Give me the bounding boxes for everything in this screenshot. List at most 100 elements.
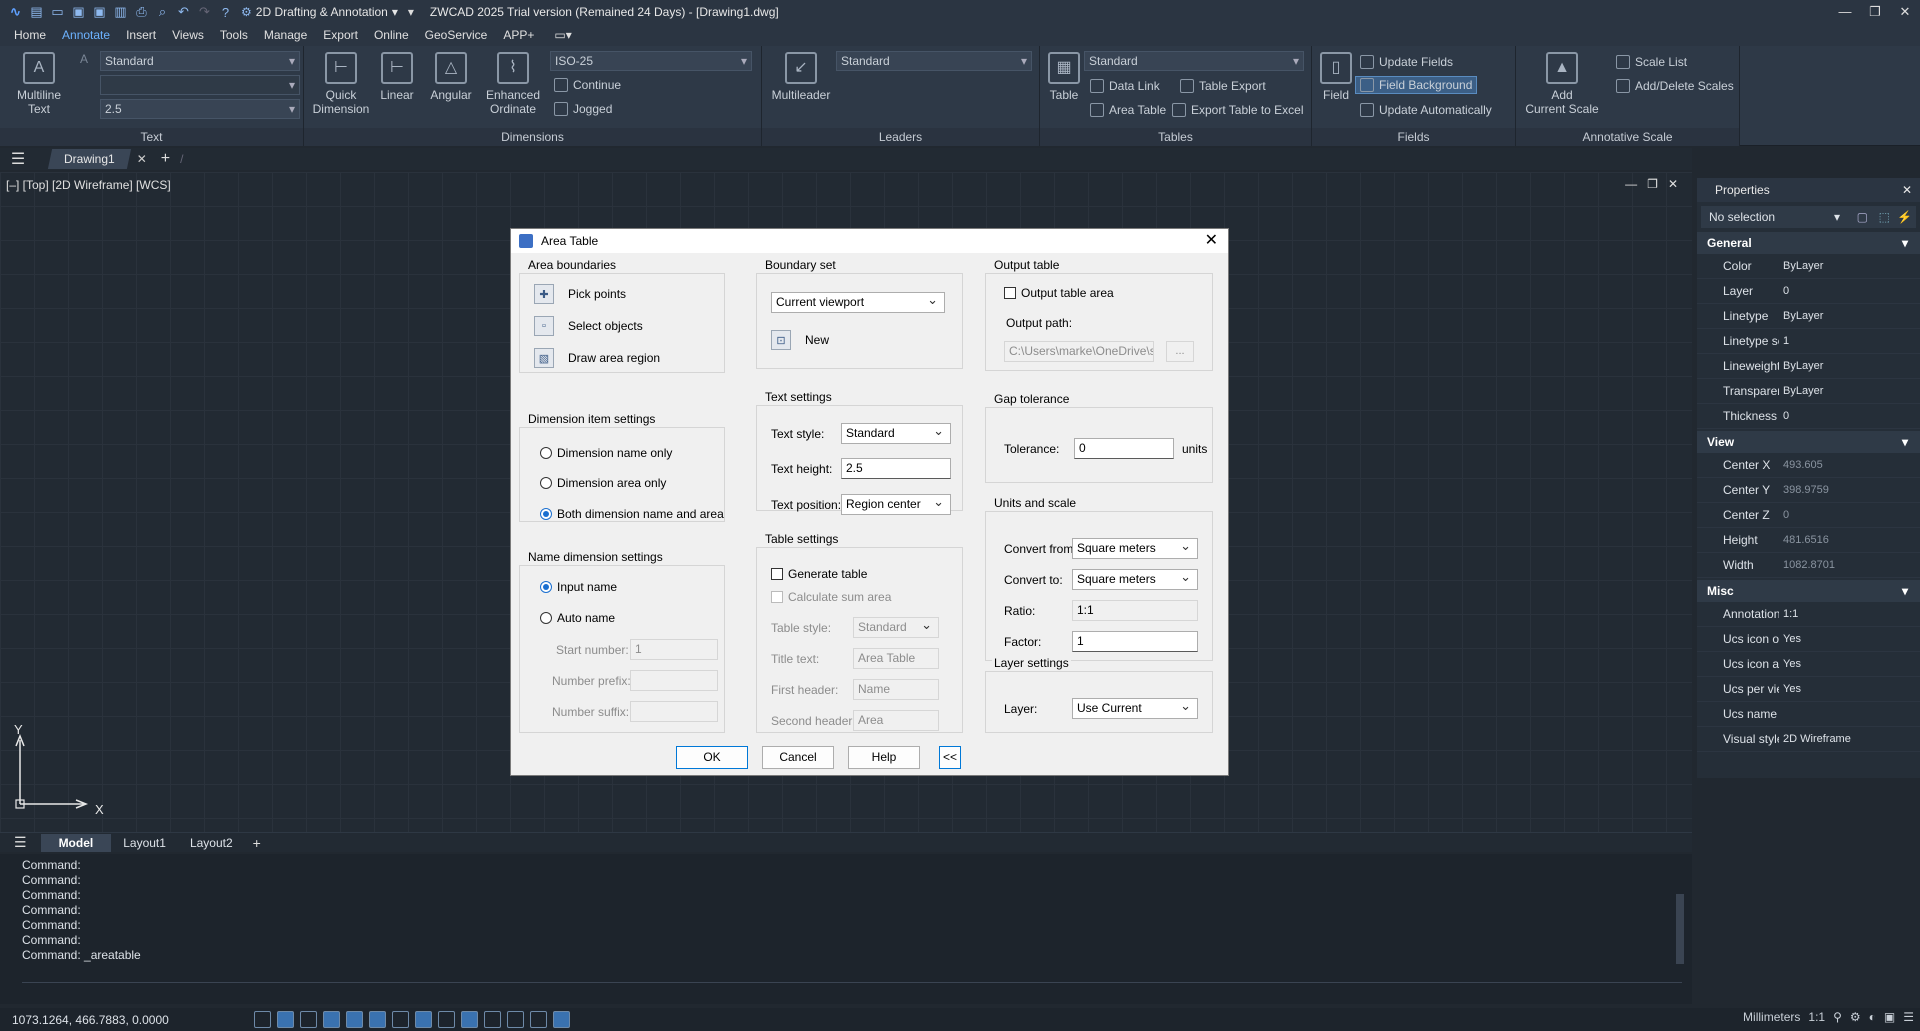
property-row[interactable]: Center Y 398.9759 [1697, 478, 1920, 503]
open-folder-icon[interactable]: ▭ [50, 4, 65, 20]
convert-from-combo[interactable]: Square meters [1072, 536, 1198, 559]
layer-combo[interactable]: Use Current [1072, 696, 1198, 719]
undo-icon[interactable]: ↶ [176, 4, 191, 20]
viewport-label[interactable]: [–] [Top] [2D Wireframe] [WCS] [6, 178, 171, 192]
lineweight-toggle-icon[interactable] [438, 1011, 455, 1028]
annotation-visibility-icon[interactable]: ⚲ [1833, 1010, 1842, 1024]
text-style-combo[interactable]: Standard [100, 51, 300, 71]
field-background-button[interactable]: Field Background [1354, 76, 1478, 94]
start-number-input[interactable]: 1 [630, 639, 718, 660]
add-current-scale-button[interactable]: ▲ Add Current Scale [1524, 52, 1600, 116]
model-space-icon[interactable] [553, 1011, 570, 1028]
section-view[interactable]: View [1697, 431, 1920, 453]
draw-area-region-button[interactable]: ▧ Draw area region [534, 348, 660, 368]
selection-combo[interactable]: No selection ▾ ▢ ⬚ ⚡ [1701, 206, 1916, 228]
new-boundary-set-button[interactable]: ⊡ New [771, 330, 829, 350]
property-value[interactable]: 1:1 [1779, 608, 1920, 620]
property-row[interactable]: Lineweight ByLayer [1697, 354, 1920, 379]
polar-toggle-icon[interactable] [323, 1011, 340, 1028]
property-value[interactable]: 481.6516 [1779, 534, 1920, 546]
ok-button[interactable]: OK [676, 746, 748, 769]
viewport-restore-icon[interactable]: ❐ [1647, 177, 1658, 191]
generate-table-checkbox[interactable]: Generate table [771, 567, 867, 581]
property-value[interactable]: 1 [1779, 335, 1920, 347]
factor-input[interactable]: 1 [1072, 631, 1198, 652]
linear-button[interactable]: ⊢ Linear [372, 52, 422, 102]
property-row[interactable]: Ucs icon at ...Yes [1697, 652, 1920, 677]
export-excel-button[interactable]: Export Table to Excel [1172, 103, 1304, 117]
property-row[interactable]: Linetype scale1 [1697, 329, 1920, 354]
leader-style-combo[interactable]: Standard [836, 51, 1032, 71]
property-value[interactable]: 398.9759 [1779, 484, 1920, 496]
new-tab-icon[interactable]: + [161, 150, 170, 168]
update-fields-button[interactable]: Update Fields [1360, 55, 1453, 69]
property-row[interactable]: Height 481.6516 [1697, 528, 1920, 553]
ortho-toggle-icon[interactable] [300, 1011, 317, 1028]
grid-toggle-icon[interactable] [254, 1011, 271, 1028]
add-delete-scales-button[interactable]: Add/Delete Scales [1616, 79, 1734, 93]
text-height-input[interactable]: 2.5 [841, 458, 951, 479]
tab-annotate[interactable]: Annotate [54, 28, 118, 42]
area-table-button[interactable]: Area Table [1090, 103, 1166, 117]
property-row[interactable]: Ucs name [1697, 702, 1920, 727]
property-row[interactable]: Color ByLayer [1697, 254, 1920, 279]
property-value[interactable]: 1082.8701 [1779, 559, 1920, 571]
tab-model[interactable]: Model [40, 833, 112, 852]
properties-close-icon[interactable]: ✕ [1902, 178, 1912, 202]
dyn-ucs-toggle-icon[interactable] [392, 1011, 409, 1028]
workspace-gear-icon[interactable]: ⚙ [1850, 1010, 1861, 1024]
radio-both-name-and-area[interactable]: Both dimension name and area [540, 507, 724, 521]
second-header-input[interactable]: Area [853, 710, 939, 731]
tab-geoservice[interactable]: GeoService [417, 28, 496, 42]
section-misc[interactable]: Misc [1697, 580, 1920, 602]
tab-online[interactable]: Online [366, 28, 417, 42]
multiline-text-button[interactable]: A Multiline Text [10, 52, 68, 116]
osnap-toggle-icon[interactable] [346, 1011, 363, 1028]
multileader-button[interactable]: ↙ Multileader [768, 52, 834, 102]
ratio-input[interactable]: 1:1 [1072, 600, 1198, 621]
property-value[interactable]: ByLayer [1779, 385, 1920, 397]
property-row[interactable]: Thickness 0 [1697, 404, 1920, 429]
scale-list-button[interactable]: Scale List [1616, 55, 1687, 69]
number-suffix-input[interactable] [630, 701, 718, 722]
property-value[interactable]: ByLayer [1779, 360, 1920, 372]
save-icon[interactable]: ▣ [71, 4, 86, 20]
tab-tools[interactable]: Tools [212, 28, 256, 42]
text-height-combo[interactable]: 2.5 [100, 99, 300, 119]
convert-to-combo[interactable]: Square meters [1072, 567, 1198, 590]
text-panel-title[interactable]: Text [0, 128, 303, 146]
table-button[interactable]: ▦ Table [1046, 52, 1082, 102]
hamburger-menu-icon[interactable]: ☰ [0, 149, 36, 169]
property-row[interactable]: Layer 0 [1697, 279, 1920, 304]
property-row[interactable]: Ucs per view...Yes [1697, 677, 1920, 702]
property-value[interactable]: 493.605 [1779, 459, 1920, 471]
property-row[interactable]: Width 1082.8701 [1697, 553, 1920, 578]
tab-insert[interactable]: Insert [118, 28, 164, 42]
field-button[interactable]: ▯ Field [1318, 52, 1354, 102]
text-style-combo[interactable]: Standard [841, 421, 951, 444]
property-row[interactable]: Center Z 0 [1697, 503, 1920, 528]
continue-button[interactable]: Continue [554, 78, 621, 92]
collapse-button[interactable]: << [939, 746, 961, 769]
tab-views[interactable]: Views [164, 28, 212, 42]
property-value[interactable]: 0 [1779, 410, 1920, 422]
annotation-scale[interactable]: 1:1 [1808, 1010, 1825, 1024]
tab-layout2[interactable]: Layout2 [178, 836, 245, 850]
layout-menu-icon[interactable]: ☰ [0, 834, 41, 851]
property-value[interactable]: 0 [1779, 509, 1920, 521]
viewport-close-icon[interactable]: ✕ [1668, 177, 1678, 191]
clean-screen-icon[interactable]: ▣ [1884, 1010, 1895, 1024]
customization-icon[interactable]: ☰ [1903, 1010, 1914, 1024]
viewport-minimize-icon[interactable]: — [1625, 177, 1637, 191]
tab-close-icon[interactable]: ✕ [137, 152, 147, 166]
toggle-pickadd-icon[interactable]: ▢ [1857, 206, 1868, 228]
units-selector[interactable]: Millimeters [1743, 1010, 1800, 1024]
isolate-objects-icon[interactable]: ◐ [1869, 1010, 1876, 1024]
calculate-sum-area-checkbox[interactable]: Calculate sum area [771, 590, 891, 604]
tab-home[interactable]: Home [6, 28, 54, 42]
property-value[interactable]: 2D Wireframe [1779, 733, 1920, 745]
title-text-input[interactable]: Area Table [853, 648, 939, 669]
help-button[interactable]: Help [848, 746, 920, 769]
dimension-style-combo[interactable]: ISO-25 [550, 51, 752, 71]
tolerance-input[interactable]: 0 [1074, 438, 1174, 459]
